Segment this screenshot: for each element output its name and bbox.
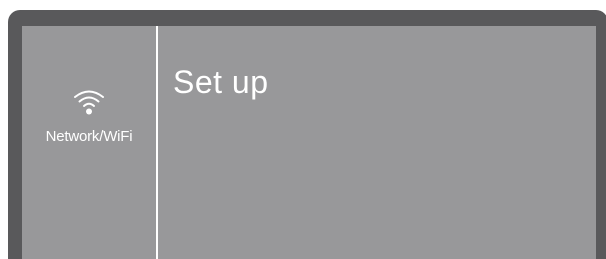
sidebar: Network/WiFi [22,26,156,259]
main-panel: Set up [158,26,596,259]
display-screen: Network/WiFi Set up [22,26,596,259]
wifi-icon [74,90,104,115]
sidebar-item-label: Network/WiFi [45,128,133,145]
sidebar-item-network-wifi[interactable]: Network/WiFi [22,82,156,172]
page-title: Set up [173,64,269,100]
